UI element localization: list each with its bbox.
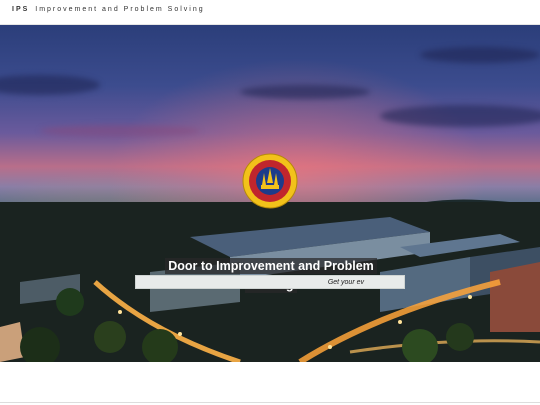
cloud-decoration <box>0 75 100 95</box>
brand-abbreviation: IPS <box>12 6 30 13</box>
footer-divider <box>0 402 540 403</box>
cloud-decoration <box>240 85 370 99</box>
hero-banner: Door to Improvement and Problem Solving <box>0 25 540 362</box>
site-brand[interactable]: IPS Improvement and Problem Solving <box>12 6 205 13</box>
university-logo <box>242 153 298 209</box>
top-navigation-bar: IPS Improvement and Problem Solving <box>0 0 540 25</box>
cloud-decoration <box>380 105 540 127</box>
cloud-decoration <box>40 125 200 137</box>
get-your-event-button[interactable]: Get your ev <box>135 275 405 289</box>
cloud-decoration <box>420 47 540 63</box>
cta-label: Get your ev <box>327 278 364 286</box>
brand-name: Improvement and Problem Solving <box>35 6 205 13</box>
